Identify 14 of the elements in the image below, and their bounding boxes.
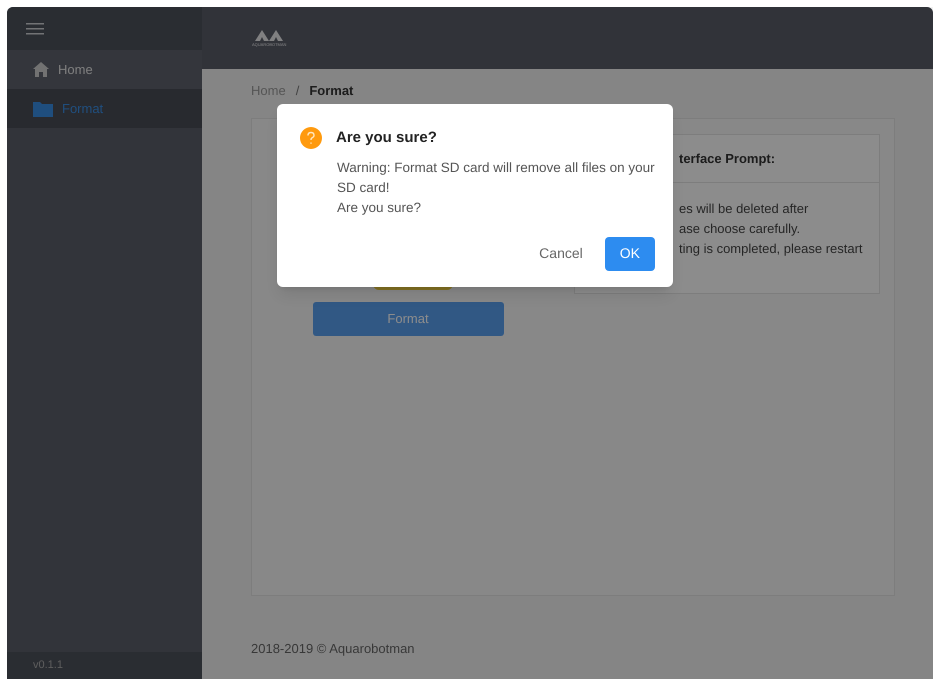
panel-title: terface Prompt: [679,150,776,168]
sidebar-item[interactable]: Format [7,89,202,128]
breadcrumb-separator: / [296,83,300,98]
panel-text: es will be deleted after [679,200,810,218]
dialog-question: Are you sure? [337,198,422,217]
ok-button[interactable]: OK [604,236,655,270]
panel-text: ting is completed, please restart [679,240,864,258]
dialog-message: Warning: Format SD card will remove all files on your SD card! [337,158,656,196]
cancel-button[interactable]: Cancel [527,236,595,270]
footer-text: 2018-2019 © Aquarobotman [251,641,415,656]
panel-text: ase choose carefully. [679,220,802,238]
breadcrumb-item: Format [309,83,354,98]
dialog-title: Are you sure? [336,128,437,148]
format-button[interactable]: Format [312,302,504,336]
